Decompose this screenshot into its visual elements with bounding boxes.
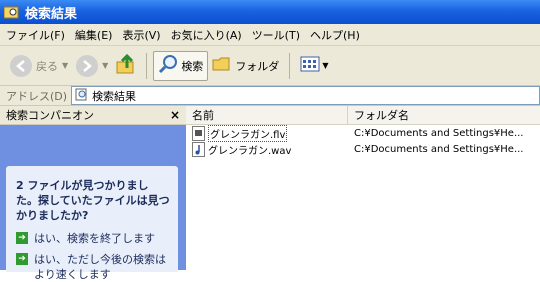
- column-folder[interactable]: フォルダ名: [348, 106, 540, 124]
- search-results-icon: [75, 88, 88, 104]
- pane-title: 検索コンパニオン: [6, 109, 94, 122]
- audio-file-icon: [192, 141, 205, 157]
- folders-label: フォルダ: [235, 59, 280, 73]
- search-companion-pane: 検索コンパニオン × 2 ファイルが見つかりました。探していたファイルは見つかり…: [0, 106, 186, 281]
- address-label: アドレス(D): [6, 89, 68, 103]
- option-label: はい、検索を終了します: [34, 232, 155, 245]
- toolbar-separator: [146, 52, 148, 79]
- menu-file[interactable]: ファイル(F): [6, 27, 65, 43]
- results-list: 名前 フォルダ名 グレンラガン.flv C:¥Documents and Set…: [186, 106, 540, 270]
- back-arrow-icon: [10, 54, 32, 77]
- menu-favorites[interactable]: お気に入り(A): [171, 27, 242, 43]
- back-label: 戻る: [36, 59, 58, 73]
- pane-header: 検索コンパニオン ×: [0, 106, 186, 125]
- chevron-down-icon: ▼: [102, 61, 109, 70]
- forward-arrow-icon: [76, 54, 99, 77]
- folders-button[interactable]: フォルダ: [208, 51, 283, 81]
- search-icon: [158, 54, 178, 77]
- search-window-icon: [3, 5, 20, 19]
- option-finish-search[interactable]: ➔ はい、検索を終了します: [16, 231, 170, 246]
- option-label: はい、ただし今後の検索はより速くします: [34, 253, 166, 281]
- search-label: 検索: [181, 59, 204, 73]
- forward-button[interactable]: ▼: [72, 51, 112, 81]
- views-icon: [300, 56, 320, 75]
- search-result-box: 2 ファイルが見つかりました。探していたファイルは見つかりましたか? ➔ はい、…: [6, 166, 178, 281]
- toolbar-separator: [289, 52, 291, 79]
- chevron-down-icon: ▼: [62, 61, 69, 70]
- address-value: 検索結果: [92, 89, 137, 103]
- address-bar: アドレス(D) 検索結果: [0, 86, 540, 106]
- option-faster-search[interactable]: ➔ はい、ただし今後の検索はより速くします: [16, 252, 170, 282]
- folder-path: C:¥Documents and Settings¥He...: [354, 143, 524, 155]
- arrow-right-icon: ➔: [16, 232, 28, 244]
- address-input[interactable]: 検索結果: [71, 86, 540, 105]
- folder-path: C:¥Documents and Settings¥He...: [354, 127, 524, 139]
- menu-bar: ファイル(F) 編集(E) 表示(V) お気に入り(A) ツール(T) ヘルプ(…: [0, 24, 540, 46]
- chevron-down-icon: ▼: [322, 61, 329, 70]
- folder-icon: [212, 55, 232, 76]
- toolbar: 戻る ▼ ▼ 検索 フォルダ ▼: [0, 46, 540, 86]
- video-file-icon: [192, 125, 205, 141]
- title-bar[interactable]: 検索結果: [0, 0, 540, 24]
- column-name[interactable]: 名前: [186, 106, 348, 124]
- menu-edit[interactable]: 編集(E): [75, 27, 113, 43]
- close-icon[interactable]: ×: [170, 108, 180, 122]
- file-name: グレンラガン.wav: [208, 145, 292, 157]
- list-item[interactable]: グレンラガン.flv C:¥Documents and Settings¥He.…: [186, 124, 540, 142]
- arrow-right-icon: ➔: [16, 253, 28, 265]
- back-button[interactable]: 戻る ▼: [6, 51, 72, 81]
- file-name: グレンラガン.flv: [208, 124, 288, 142]
- views-button[interactable]: ▼: [296, 51, 332, 81]
- window-title: 検索結果: [25, 6, 78, 22]
- search-button[interactable]: 検索: [153, 50, 209, 81]
- menu-tools[interactable]: ツール(T): [252, 27, 300, 43]
- up-folder-icon: [116, 53, 136, 78]
- column-header-row: 名前 フォルダ名: [186, 106, 540, 125]
- result-message: 2 ファイルが見つかりました。探していたファイルは見つかりましたか?: [16, 179, 170, 222]
- up-folder-button[interactable]: [112, 51, 140, 81]
- menu-help[interactable]: ヘルプ(H): [310, 27, 360, 43]
- menu-view[interactable]: 表示(V): [122, 27, 160, 43]
- list-item[interactable]: グレンラガン.wav C:¥Documents and Settings¥He.…: [186, 141, 540, 157]
